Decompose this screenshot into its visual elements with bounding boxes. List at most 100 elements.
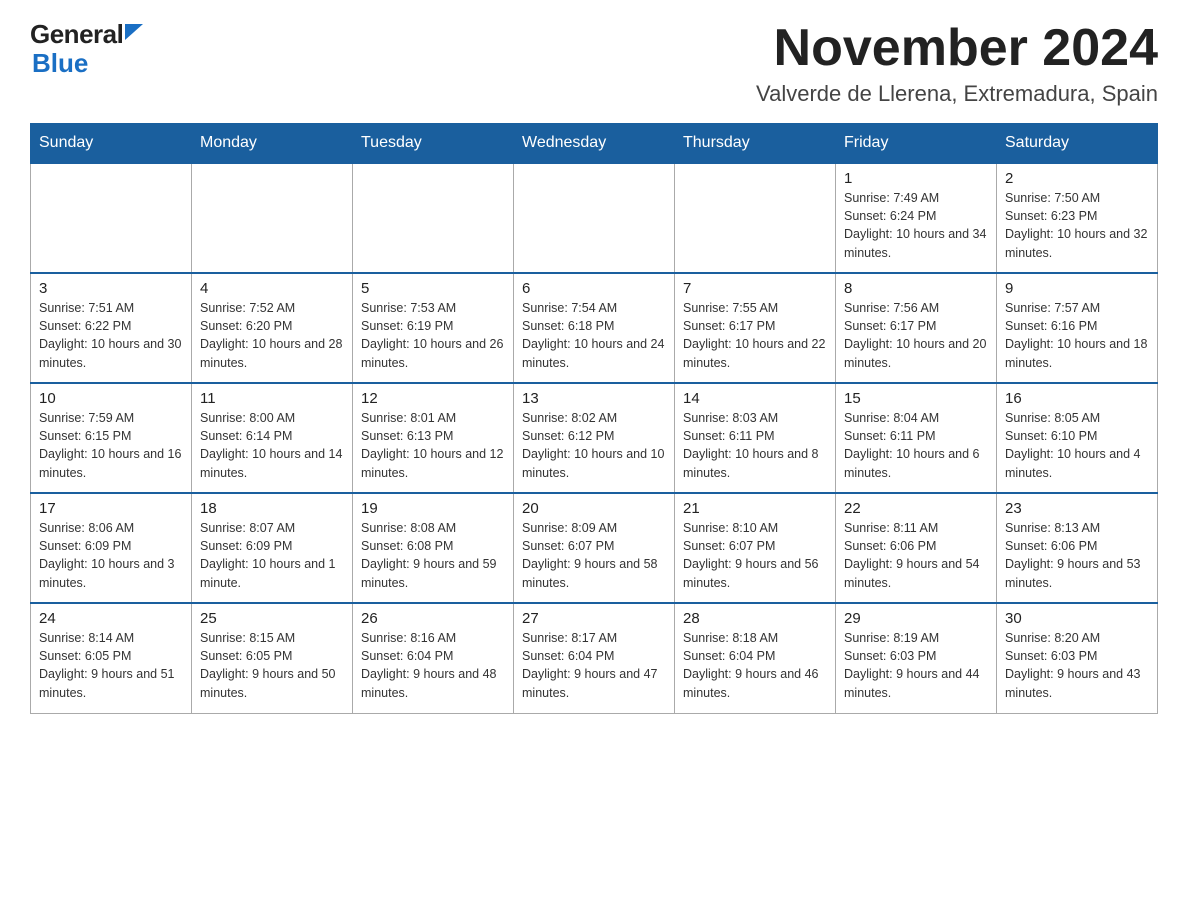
day-info: Sunrise: 8:02 AMSunset: 6:12 PMDaylight:… xyxy=(522,409,666,482)
calendar-cell: 27 Sunrise: 8:17 AMSunset: 6:04 PMDayligh… xyxy=(514,603,675,713)
day-info: Sunrise: 8:08 AMSunset: 6:08 PMDaylight:… xyxy=(361,519,505,592)
day-number: 6 xyxy=(522,280,666,297)
day-number: 16 xyxy=(1005,390,1149,407)
day-info: Sunrise: 8:03 AMSunset: 6:11 PMDaylight:… xyxy=(683,409,827,482)
day-info: Sunrise: 8:14 AMSunset: 6:05 PMDaylight:… xyxy=(39,629,183,702)
day-info: Sunrise: 8:17 AMSunset: 6:04 PMDaylight:… xyxy=(522,629,666,702)
calendar-cell: 8Sunrise: 7:56 AMSunset: 6:17 PMDaylight… xyxy=(836,273,997,383)
calendar-cell: 10 Sunrise: 7:59 AMSunset: 6:15 PMDayligh… xyxy=(31,383,192,493)
day-info: Sunrise: 8:19 AMSunset: 6:03 PMDaylight:… xyxy=(844,629,988,702)
day-info: Sunrise: 8:18 AMSunset: 6:04 PMDaylight:… xyxy=(683,629,827,702)
day-info: Sunrise: 8:16 AMSunset: 6:04 PMDaylight:… xyxy=(361,629,505,702)
day-info: Sunrise: 8:09 AMSunset: 6:07 PMDaylight:… xyxy=(522,519,666,592)
calendar-cell: 12 Sunrise: 8:01 AMSunset: 6:13 PMDayligh… xyxy=(353,383,514,493)
calendar-cell: 14 Sunrise: 8:03 AMSunset: 6:11 PMDayligh… xyxy=(675,383,836,493)
column-header-monday: Monday xyxy=(192,124,353,164)
logo-arrow-icon xyxy=(125,24,143,40)
title-area: November 2024 Valverde de Llerena, Extre… xyxy=(756,20,1158,107)
day-number: 14 xyxy=(683,390,827,407)
day-number: 3 xyxy=(39,280,183,297)
day-number: 5 xyxy=(361,280,505,297)
day-number: 26 xyxy=(361,610,505,627)
day-info: Sunrise: 8:04 AMSunset: 6:11 PMDaylight:… xyxy=(844,409,988,482)
column-header-wednesday: Wednesday xyxy=(514,124,675,164)
calendar-cell: 15 Sunrise: 8:04 AMSunset: 6:11 PMDayligh… xyxy=(836,383,997,493)
day-info: Sunrise: 7:54 AMSunset: 6:18 PMDaylight:… xyxy=(522,299,666,372)
calendar-cell xyxy=(514,163,675,273)
day-info: Sunrise: 8:01 AMSunset: 6:13 PMDaylight:… xyxy=(361,409,505,482)
day-info: Sunrise: 8:10 AMSunset: 6:07 PMDaylight:… xyxy=(683,519,827,592)
calendar-cell: 9 Sunrise: 7:57 AMSunset: 6:16 PMDaylight… xyxy=(997,273,1158,383)
day-info: Sunrise: 7:55 AMSunset: 6:17 PMDaylight:… xyxy=(683,299,827,372)
location-title: Valverde de Llerena, Extremadura, Spain xyxy=(756,81,1158,107)
day-info: Sunrise: 7:51 AMSunset: 6:22 PMDaylight:… xyxy=(39,299,183,372)
calendar-cell: 17 Sunrise: 8:06 AMSunset: 6:09 PMDayligh… xyxy=(31,493,192,603)
calendar-cell xyxy=(675,163,836,273)
calendar-header-row: SundayMondayTuesdayWednesdayThursdayFrid… xyxy=(31,124,1158,164)
day-number: 10 xyxy=(39,390,183,407)
day-number: 18 xyxy=(200,500,344,517)
column-header-saturday: Saturday xyxy=(997,124,1158,164)
calendar-cell: 20Sunrise: 8:09 AMSunset: 6:07 PMDayligh… xyxy=(514,493,675,603)
day-info: Sunrise: 8:05 AMSunset: 6:10 PMDaylight:… xyxy=(1005,409,1149,482)
calendar-cell: 13 Sunrise: 8:02 AMSunset: 6:12 PMDayligh… xyxy=(514,383,675,493)
calendar-cell: 11 Sunrise: 8:00 AMSunset: 6:14 PMDayligh… xyxy=(192,383,353,493)
calendar-cell: 5 Sunrise: 7:53 AMSunset: 6:19 PMDaylight… xyxy=(353,273,514,383)
calendar-cell: 21Sunrise: 8:10 AMSunset: 6:07 PMDayligh… xyxy=(675,493,836,603)
day-info: Sunrise: 7:56 AMSunset: 6:17 PMDaylight:… xyxy=(844,299,988,372)
calendar-week-row: 10 Sunrise: 7:59 AMSunset: 6:15 PMDayligh… xyxy=(31,383,1158,493)
day-number: 9 xyxy=(1005,280,1149,297)
calendar-week-row: 3 Sunrise: 7:51 AMSunset: 6:22 PMDaylight… xyxy=(31,273,1158,383)
day-info: Sunrise: 7:57 AMSunset: 6:16 PMDaylight:… xyxy=(1005,299,1149,372)
calendar-cell: 6 Sunrise: 7:54 AMSunset: 6:18 PMDaylight… xyxy=(514,273,675,383)
day-info: Sunrise: 8:20 AMSunset: 6:03 PMDaylight:… xyxy=(1005,629,1149,702)
day-info: Sunrise: 8:06 AMSunset: 6:09 PMDaylight:… xyxy=(39,519,183,592)
day-info: Sunrise: 8:15 AMSunset: 6:05 PMDaylight:… xyxy=(200,629,344,702)
calendar-cell: 28 Sunrise: 8:18 AMSunset: 6:04 PMDayligh… xyxy=(675,603,836,713)
day-number: 22 xyxy=(844,500,988,517)
calendar-cell: 30Sunrise: 8:20 AMSunset: 6:03 PMDayligh… xyxy=(997,603,1158,713)
logo-general-text: General xyxy=(30,20,123,49)
column-header-sunday: Sunday xyxy=(31,124,192,164)
calendar-cell: 29Sunrise: 8:19 AMSunset: 6:03 PMDayligh… xyxy=(836,603,997,713)
day-info: Sunrise: 8:13 AMSunset: 6:06 PMDaylight:… xyxy=(1005,519,1149,592)
day-number: 24 xyxy=(39,610,183,627)
column-header-tuesday: Tuesday xyxy=(353,124,514,164)
calendar-cell: 1Sunrise: 7:49 AMSunset: 6:24 PMDaylight… xyxy=(836,163,997,273)
day-number: 11 xyxy=(200,390,344,407)
calendar-cell: 16 Sunrise: 8:05 AMSunset: 6:10 PMDayligh… xyxy=(997,383,1158,493)
day-info: Sunrise: 7:49 AMSunset: 6:24 PMDaylight:… xyxy=(844,189,988,262)
day-number: 25 xyxy=(200,610,344,627)
day-number: 13 xyxy=(522,390,666,407)
calendar-cell xyxy=(31,163,192,273)
calendar-week-row: 24 Sunrise: 8:14 AMSunset: 6:05 PMDayligh… xyxy=(31,603,1158,713)
day-number: 19 xyxy=(361,500,505,517)
calendar-cell: 3 Sunrise: 7:51 AMSunset: 6:22 PMDaylight… xyxy=(31,273,192,383)
day-info: Sunrise: 7:53 AMSunset: 6:19 PMDaylight:… xyxy=(361,299,505,372)
calendar-cell: 24 Sunrise: 8:14 AMSunset: 6:05 PMDayligh… xyxy=(31,603,192,713)
calendar-cell: 26 Sunrise: 8:16 AMSunset: 6:04 PMDayligh… xyxy=(353,603,514,713)
day-number: 17 xyxy=(39,500,183,517)
day-number: 7 xyxy=(683,280,827,297)
calendar-week-row: 17 Sunrise: 8:06 AMSunset: 6:09 PMDayligh… xyxy=(31,493,1158,603)
calendar-cell xyxy=(192,163,353,273)
calendar-cell: 23Sunrise: 8:13 AMSunset: 6:06 PMDayligh… xyxy=(997,493,1158,603)
day-number: 12 xyxy=(361,390,505,407)
calendar-cell: 7 Sunrise: 7:55 AMSunset: 6:17 PMDaylight… xyxy=(675,273,836,383)
column-header-friday: Friday xyxy=(836,124,997,164)
day-info: Sunrise: 8:00 AMSunset: 6:14 PMDaylight:… xyxy=(200,409,344,482)
day-number: 28 xyxy=(683,610,827,627)
calendar-week-row: 1Sunrise: 7:49 AMSunset: 6:24 PMDaylight… xyxy=(31,163,1158,273)
day-number: 27 xyxy=(522,610,666,627)
day-info: Sunrise: 7:50 AMSunset: 6:23 PMDaylight:… xyxy=(1005,189,1149,262)
calendar-cell: 4Sunrise: 7:52 AMSunset: 6:20 PMDaylight… xyxy=(192,273,353,383)
day-info: Sunrise: 7:52 AMSunset: 6:20 PMDaylight:… xyxy=(200,299,344,372)
page-header: General Blue November 2024 Valverde de L… xyxy=(30,20,1158,107)
day-number: 15 xyxy=(844,390,988,407)
calendar-cell: 19 Sunrise: 8:08 AMSunset: 6:08 PMDayligh… xyxy=(353,493,514,603)
day-info: Sunrise: 7:59 AMSunset: 6:15 PMDaylight:… xyxy=(39,409,183,482)
calendar-cell: 2Sunrise: 7:50 AMSunset: 6:23 PMDaylight… xyxy=(997,163,1158,273)
logo: General Blue xyxy=(30,20,143,77)
day-info: Sunrise: 8:11 AMSunset: 6:06 PMDaylight:… xyxy=(844,519,988,592)
calendar-cell: 22 Sunrise: 8:11 AMSunset: 6:06 PMDayligh… xyxy=(836,493,997,603)
